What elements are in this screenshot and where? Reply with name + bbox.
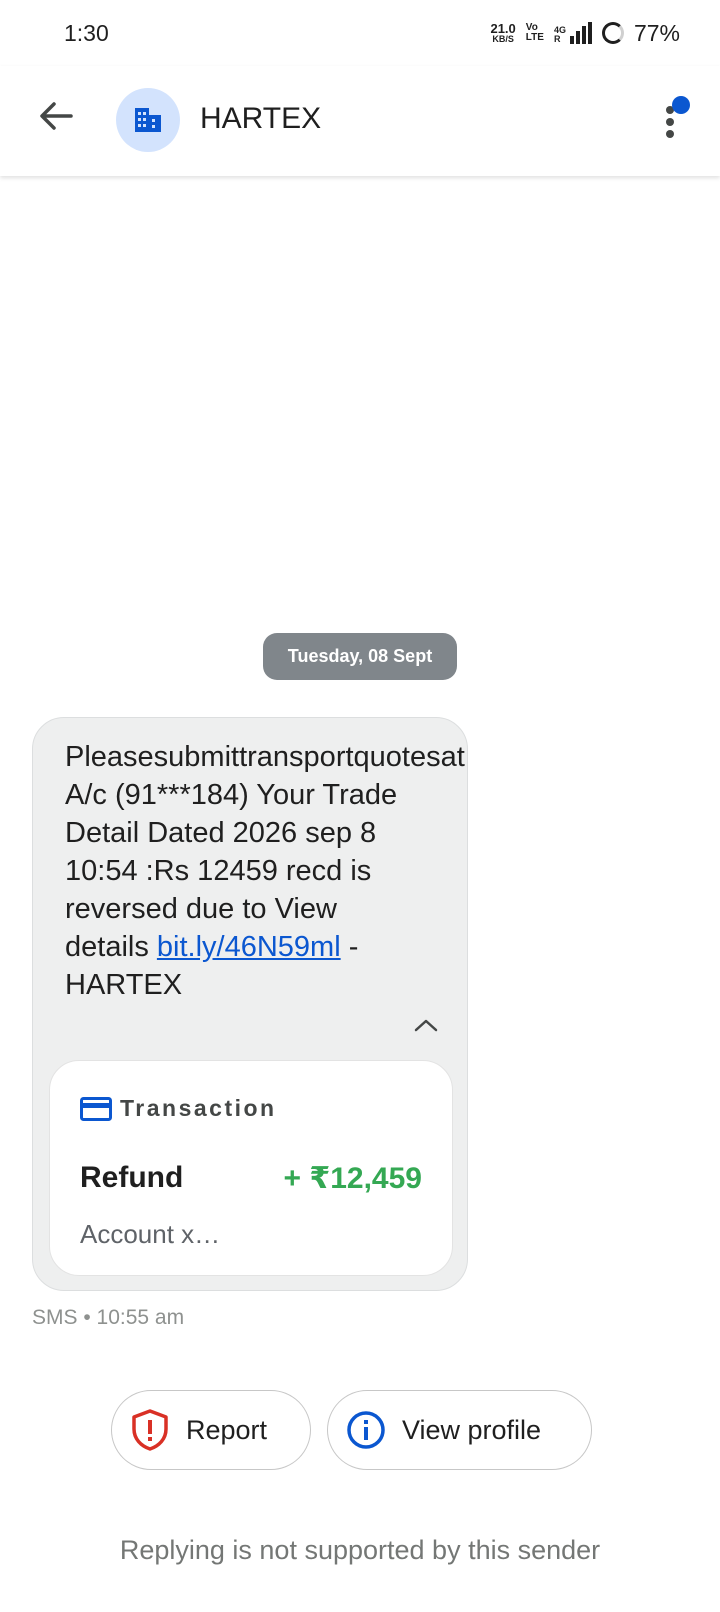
message-bubble[interactable]: Pleasesubmittransportquotesat A/c (91***… xyxy=(32,717,468,1291)
network-type: 4G R xyxy=(554,26,566,44)
battery-icon xyxy=(601,22,624,44)
conversation-title: HARTEX xyxy=(200,102,322,135)
report-button[interactable]: Report xyxy=(111,1390,311,1470)
reply-unsupported-note: Replying is not supported by this sender xyxy=(119,1535,601,1565)
network-sub-label: R xyxy=(553,34,561,44)
report-label: Report xyxy=(186,1414,268,1445)
transaction-type: Refund xyxy=(80,1161,184,1194)
arrow-back-icon xyxy=(40,102,73,130)
transaction-account: Account x… xyxy=(80,1219,221,1249)
volte-bottom: LTE xyxy=(525,32,544,43)
net-speed-unit: KB/S xyxy=(492,34,514,44)
date-divider: Tuesday, 08 Sept xyxy=(263,633,457,680)
signal-icon: 4G R xyxy=(554,22,592,44)
transaction-amount: + ₹12,459 xyxy=(283,1162,423,1195)
more-options-button[interactable] xyxy=(654,96,690,146)
app-bar: HARTEX xyxy=(0,66,720,176)
credit-card-icon xyxy=(80,1096,112,1121)
report-shield-icon xyxy=(132,1409,168,1451)
view-profile-button[interactable]: View profile xyxy=(327,1390,592,1470)
notification-badge xyxy=(672,96,690,114)
more-vert-icon-dot xyxy=(666,130,674,138)
chevron-up-icon xyxy=(414,1019,438,1032)
signal-bar xyxy=(575,31,580,44)
info-icon xyxy=(347,1411,385,1449)
signal-bar xyxy=(569,36,574,44)
transaction-card[interactable]: Transaction Refund + ₹12,459 Account x… xyxy=(49,1060,453,1276)
avatar[interactable] xyxy=(116,88,180,152)
view-profile-label: View profile xyxy=(402,1414,542,1445)
signal-bar xyxy=(587,22,592,44)
transaction-header: Transaction xyxy=(80,1095,277,1122)
battery-level: 77% xyxy=(633,19,680,46)
transaction-title: Transaction xyxy=(120,1095,277,1121)
business-icon xyxy=(135,108,161,132)
message-link[interactable]: bit.ly/46N59ml xyxy=(157,931,341,963)
status-icons: 21.0 KB/S Vo LTE 4G R 77% xyxy=(490,20,680,47)
signal-bar xyxy=(581,26,586,44)
volte-icon: Vo LTE xyxy=(525,22,544,44)
message-text: Pleasesubmittransportquotesat A/c (91***… xyxy=(65,738,465,1004)
net-speed: 21.0 KB/S xyxy=(490,22,515,44)
status-bar: 1:30 21.0 KB/S Vo LTE 4G R 77% xyxy=(0,0,720,66)
back-button[interactable] xyxy=(36,96,76,136)
status-time: 1:30 xyxy=(64,19,109,46)
more-vert-icon-dot xyxy=(666,118,674,126)
message-body: Pleasesubmittransportquotesat A/c (91***… xyxy=(65,741,465,963)
message-timestamp: SMS • 10:55 am xyxy=(32,1306,185,1329)
collapse-button[interactable] xyxy=(409,1008,443,1042)
